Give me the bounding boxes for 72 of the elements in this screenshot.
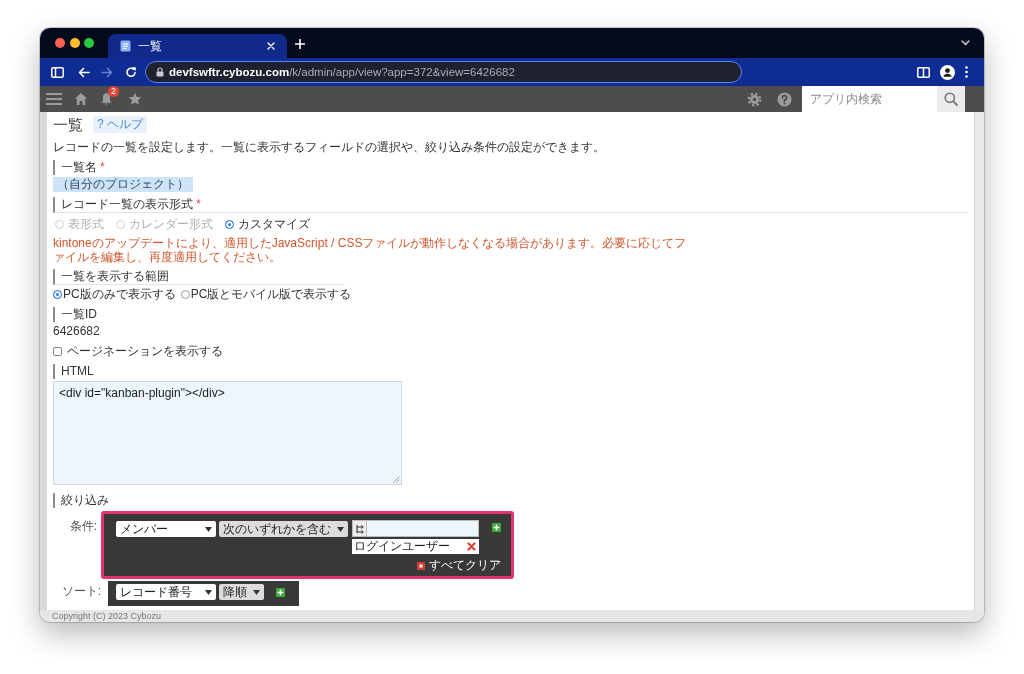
field-label: レコード一覧の表示形式 (61, 197, 193, 212)
home-icon[interactable] (74, 92, 88, 106)
reload-icon[interactable] (125, 66, 137, 78)
condition-label: 条件: (69, 519, 97, 534)
field-value: 6426682 (53, 324, 100, 339)
bell-icon[interactable] (100, 92, 113, 106)
warning-message: kintoneのアップデートにより、適用したJavaScript / CSSファイルが動作しなくなる場合があります。必要に応じてファイルを編集し、再度適用してください。 (53, 236, 688, 264)
settings-icon[interactable] (747, 91, 762, 107)
browser-tab[interactable]: 一覧 (108, 34, 287, 58)
search-field[interactable]: アプリ内検索 (802, 86, 937, 112)
clear-all-button[interactable]: すべてクリア (417, 558, 501, 573)
square-icon (417, 561, 425, 570)
radio-button[interactable] (225, 220, 234, 229)
caret-icon (253, 589, 260, 595)
sort-field-select[interactable]: レコード番号 (116, 584, 216, 600)
caret-icon (205, 589, 212, 595)
sort-label: ソート: (61, 584, 101, 599)
star-icon[interactable] (128, 92, 142, 106)
user-search-field[interactable] (367, 520, 479, 537)
plus-icon[interactable] (295, 39, 305, 49)
document-icon (120, 40, 131, 52)
option-label: PC版とモバイル版で表示する (190, 287, 352, 302)
window-minimize-button[interactable] (69, 38, 80, 48)
option-label: PC版のみで表示する (63, 287, 176, 302)
add-condition-button[interactable] (492, 523, 501, 532)
field-label: HTML (61, 364, 94, 379)
copyright-footer: Copyright (C) 2023 Cybozu (40, 610, 984, 622)
radio-button[interactable] (180, 290, 190, 299)
field-select[interactable]: メンバー (116, 521, 216, 537)
required-mark: * (100, 160, 105, 175)
radio-button[interactable] (53, 290, 62, 299)
plus-icon (277, 589, 284, 596)
caret-icon (205, 526, 212, 532)
field-label: 一覧名 (61, 160, 97, 175)
address-bar[interactable]: devfswftr.cybozu.com/k/admin/app/view?app=372&view=6426682 (145, 61, 742, 83)
sort-order-select[interactable]: 降順 (219, 584, 264, 600)
page-title: 一覧 (53, 116, 83, 132)
add-sort-button[interactable] (276, 588, 285, 597)
split-panel-icon[interactable] (917, 66, 930, 78)
help-icon[interactable] (777, 91, 792, 107)
required-mark: * (196, 197, 201, 212)
notification-badge: 2 (108, 86, 119, 97)
window-zoom-button[interactable] (84, 38, 94, 48)
option-label: カスタマイズ (238, 217, 310, 232)
field-label: 一覧ID (61, 307, 97, 322)
page-description: レコードの一覧を設定します。一覧に表示するフィールドの選択や、絞り込み条件の設定ができます。 (53, 140, 606, 155)
hierarchy-icon (354, 523, 365, 534)
window-close-button[interactable] (55, 38, 65, 48)
checkbox[interactable] (53, 347, 62, 356)
chevron-down-icon[interactable] (961, 40, 970, 46)
forward-arrow-icon[interactable] (101, 66, 113, 78)
search-icon (944, 92, 958, 106)
option-label: カレンダー形式 (129, 217, 213, 232)
option-label: 表形式 (68, 217, 104, 232)
menu-icon[interactable] (46, 92, 62, 106)
operator-select[interactable]: 次のいずれかを含む (219, 521, 348, 537)
resize-grip-icon[interactable] (392, 475, 400, 483)
user-name: ログインユーザー (354, 539, 450, 554)
field-label: 一覧を表示する範囲 (61, 269, 169, 284)
checkbox-label: ページネーションを表示する (67, 344, 223, 359)
lock-icon (156, 67, 164, 77)
profile-icon[interactable] (940, 64, 955, 80)
caret-icon (337, 526, 344, 532)
search-button[interactable] (937, 86, 965, 112)
picker-button[interactable] (352, 520, 367, 537)
kebab-menu-icon[interactable] (965, 66, 968, 78)
field-label: 絞り込み (61, 493, 109, 508)
back-arrow-icon[interactable] (78, 66, 90, 78)
html-code-field[interactable]: <div id="kanban-plugin"></div> (53, 381, 402, 485)
sidebar-icon[interactable] (51, 66, 64, 78)
field-value: （自分のプロジェクト） (53, 177, 193, 192)
plus-icon (493, 524, 500, 531)
